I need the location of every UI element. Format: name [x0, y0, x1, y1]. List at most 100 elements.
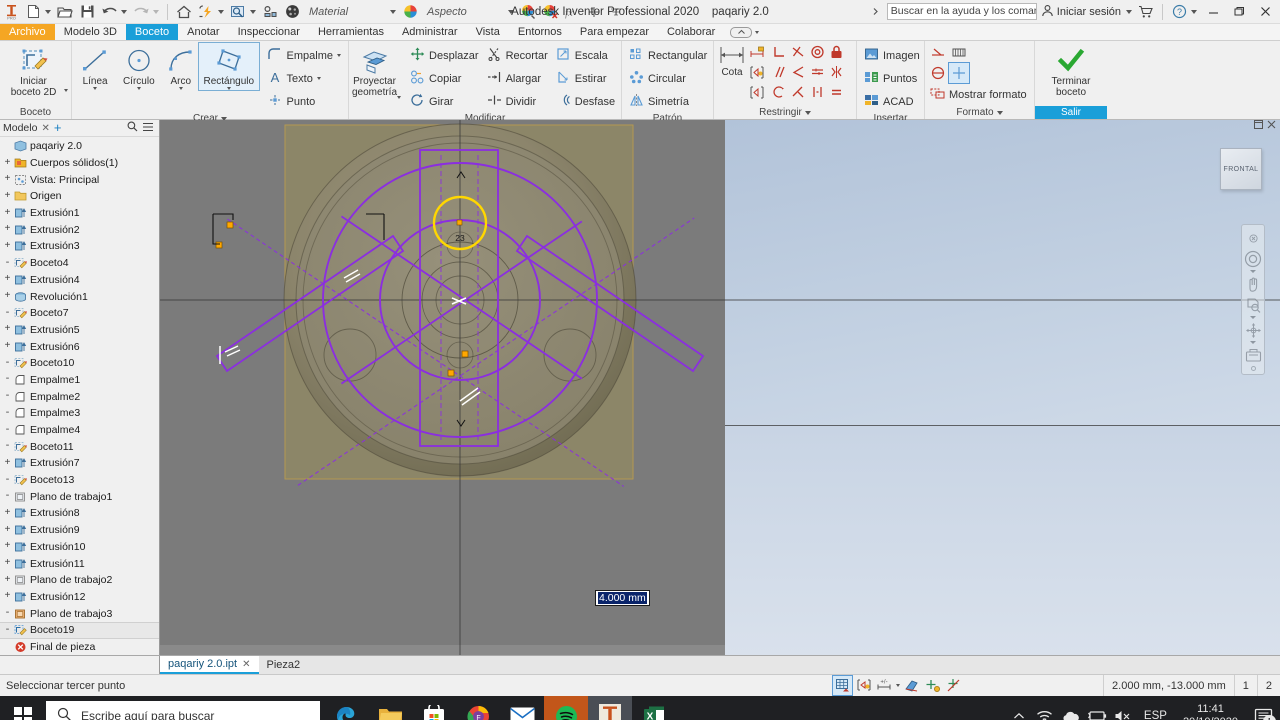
ribbon-tab-archivo[interactable]: Archivo [0, 24, 55, 40]
tree-node-extrusi-n5[interactable]: + Extrusión5 [0, 322, 159, 339]
equal-constraint-icon[interactable] [826, 82, 846, 102]
tree-node-extrusi-n7[interactable]: + Extrusión7 [0, 455, 159, 472]
ribbon-tab-administrar[interactable]: Administrar [393, 24, 467, 40]
tree-node-extrusi-n1[interactable]: + Extrusión1 [0, 205, 159, 222]
tree-node-boceto10[interactable]: - Boceto10 [0, 355, 159, 372]
tree-node-boceto13[interactable]: - Boceto13 [0, 472, 159, 489]
tree-node-extrusi-n2[interactable]: + Extrusión2 [0, 221, 159, 238]
collinear-constraint-icon[interactable] [807, 62, 827, 82]
collapse-icon[interactable]: - [2, 308, 13, 319]
show-hidden-icons-icon[interactable] [1006, 696, 1032, 720]
start-2d-sketch-dropdown-icon[interactable] [64, 89, 68, 92]
wifi-icon[interactable] [1032, 696, 1058, 720]
zoom-d90ropdown-icon[interactable] [1250, 316, 1256, 319]
ribbon-tab-modelo-3d[interactable]: Modelo 3D [55, 24, 126, 40]
rotate-button[interactable]: Girar [406, 90, 483, 113]
navbar-close-icon[interactable] [1243, 228, 1263, 248]
split-button[interactable]: Dividir [483, 90, 552, 113]
concentric-constraint-icon[interactable] [807, 42, 827, 62]
more-options-icon[interactable] [605, 1, 627, 23]
rectangle-dropdown-icon[interactable] [226, 87, 231, 90]
move-button[interactable]: Desplazar [406, 44, 483, 67]
parameters-fx-icon[interactable]: fx [561, 1, 583, 23]
add-point-icon[interactable] [923, 676, 942, 695]
expand-icon[interactable]: + [2, 191, 13, 202]
zoom-window-icon[interactable] [1243, 295, 1263, 315]
edge-icon[interactable] [324, 696, 368, 720]
material-dropdown-icon[interactable] [390, 9, 396, 14]
expand-icon[interactable]: + [2, 324, 13, 335]
volume-muted-icon[interactable] [1110, 696, 1136, 720]
expand-icon[interactable]: + [2, 525, 13, 536]
collapse-icon[interactable]: - [2, 358, 13, 369]
tree-node-revoluci-n1[interactable]: + Revolución1 [0, 288, 159, 305]
tree-node-empalme2[interactable]: - Empalme2 [0, 388, 159, 405]
collapse-icon[interactable]: - [2, 258, 13, 269]
show-format-button[interactable]: Mostrar formato [928, 83, 1031, 106]
expand-icon[interactable]: + [2, 508, 13, 519]
expand-icon[interactable]: + [2, 158, 13, 169]
tree-node-boceto4[interactable]: - Boceto4 [0, 255, 159, 272]
scale-button[interactable]: Escala [552, 44, 619, 67]
expand-icon[interactable]: + [2, 208, 13, 219]
tree-node-plano-de-trabajo3[interactable]: - Plano de trabajo3 [0, 605, 159, 622]
free-orbit-icon[interactable] [1243, 320, 1263, 340]
update-dropdown-icon[interactable] [218, 9, 224, 14]
mail-icon[interactable] [500, 696, 544, 720]
redo-icon[interactable] [130, 1, 152, 23]
return-icon[interactable] [259, 1, 281, 23]
circular-pattern-button[interactable]: Circular [625, 67, 711, 90]
update-icon[interactable] [195, 1, 217, 23]
expand-icon[interactable]: + [2, 341, 13, 352]
expand-icon[interactable]: + [2, 541, 13, 552]
restore-button[interactable] [1226, 0, 1252, 24]
expand-icon[interactable]: + [2, 241, 13, 252]
ribbon-tab-herramientas[interactable]: Herramientas [309, 24, 393, 40]
aspecto-dropdown-icon[interactable] [508, 9, 514, 14]
redo-dropdown-icon[interactable] [153, 9, 159, 14]
collapse-icon[interactable]: - [2, 408, 13, 419]
point-button[interactable]: Punto [263, 90, 345, 113]
restringir-panel-expand-icon[interactable] [804, 110, 811, 115]
microsoft-store-icon[interactable] [412, 696, 456, 720]
tree-node-extrusi-n8[interactable]: + Extrusión8 [0, 505, 159, 522]
adjust-appearance-icon[interactable] [517, 1, 539, 23]
arc-button[interactable]: Arco [162, 43, 199, 90]
new-file-dropdown-icon[interactable] [45, 9, 51, 14]
text-dropdown-icon[interactable] [316, 77, 321, 80]
inventor-icon[interactable] [588, 696, 632, 720]
constraint-display-icon[interactable] [854, 676, 873, 695]
signin-button[interactable]: Iniciar sesión [1037, 4, 1125, 20]
ribbon-tab-inspeccionar[interactable]: Inspeccionar [229, 24, 309, 40]
dimension-button[interactable]: Cota [717, 42, 747, 78]
select-icon[interactable] [227, 1, 249, 23]
auto-dimension-icon[interactable] [747, 42, 767, 62]
close-view-icon[interactable] [1267, 120, 1276, 131]
offset-button[interactable]: Desfase [552, 90, 619, 113]
expand-icon[interactable]: + [2, 591, 13, 602]
browser-tab-label[interactable]: Modelo [3, 122, 37, 134]
dimension-input-box[interactable]: 4.000 mm [595, 590, 650, 606]
angle-constraint-icon[interactable] [788, 62, 808, 82]
hide-constraints-icon[interactable] [747, 82, 767, 102]
expand-icon[interactable]: + [2, 224, 13, 235]
insert-image-button[interactable]: Imagen [860, 44, 924, 67]
expand-icon[interactable]: + [2, 575, 13, 586]
tree-node-vista-principal[interactable]: + Vista: Principal [0, 171, 159, 188]
windows-start-icon[interactable] [0, 696, 46, 720]
driven-dimension-icon[interactable] [928, 63, 948, 83]
tree-node-empalme4[interactable]: - Empalme4 [0, 422, 159, 439]
circle-button[interactable]: Círculo [115, 43, 162, 90]
expand-icon[interactable]: + [2, 274, 13, 285]
select-dropdown-icon[interactable] [250, 9, 256, 14]
ribbon-tab-colaborar[interactable]: Colaborar [658, 24, 724, 40]
coincident-constraint-icon[interactable] [807, 82, 827, 102]
expand-icon[interactable]: + [2, 458, 13, 469]
start-2d-sketch-button[interactable]: Iniciar boceto 2D [3, 43, 64, 98]
tree-node-plano-de-trabajo1[interactable]: - Plano de trabajo1 [0, 488, 159, 505]
doc-tab-paqariy[interactable]: paqariy 2.0.ipt ✕ [160, 656, 259, 674]
close-icon[interactable]: ✕ [41, 123, 49, 134]
free-orbit-dropdown-icon[interactable] [1250, 341, 1256, 344]
centerline-icon[interactable] [949, 43, 969, 63]
ribbon-tab-boceto[interactable]: Boceto [125, 24, 179, 40]
